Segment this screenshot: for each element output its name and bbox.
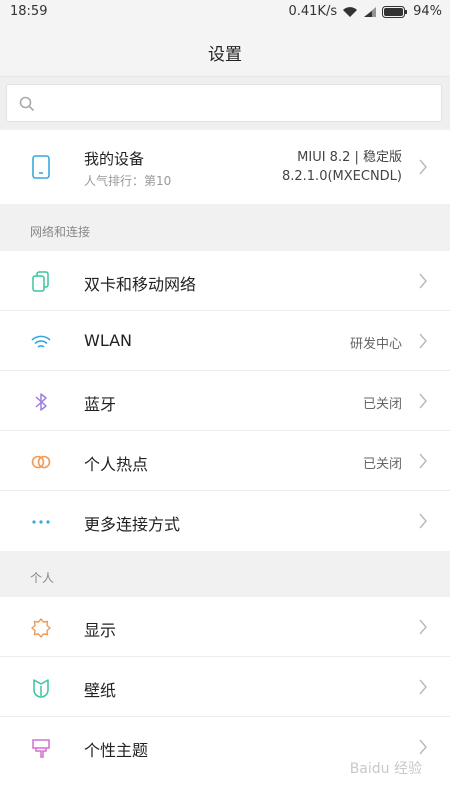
chevron-right-icon	[419, 739, 427, 755]
status-bar: 18:59 0.41K/s 94%	[0, 0, 450, 24]
chevron-right-icon	[419, 159, 427, 175]
sim-icon	[32, 271, 49, 292]
phone-icon	[32, 155, 50, 179]
chevron-right-icon	[419, 333, 427, 349]
item-value: 研发中心	[349, 337, 402, 352]
chevron-right-icon	[419, 513, 427, 529]
title-bar: 设置	[0, 24, 450, 76]
settings-item-hotspot[interactable]: 个人热点 已关闭	[0, 431, 450, 491]
wallpaper-icon	[33, 679, 49, 698]
item-label: 双卡和移动网络	[84, 275, 197, 294]
item-label: 更多连接方式	[84, 515, 181, 534]
device-rank: 人气排行：第10	[84, 174, 172, 188]
section-title: 个人	[30, 571, 55, 585]
network-speed: 0.41K/s	[288, 4, 338, 19]
settings-item-dual-sim[interactable]: 双卡和移动网络	[0, 251, 450, 311]
search-bar	[0, 76, 450, 128]
item-label: 显示	[84, 621, 117, 640]
chevron-right-icon	[419, 393, 427, 409]
item-value: 已关闭	[362, 457, 402, 472]
status-time: 18:59	[10, 4, 48, 19]
search-box[interactable]	[6, 84, 442, 122]
chevron-right-icon	[419, 453, 427, 469]
build-number: 8.2.1.0(MXECNDL)	[281, 169, 402, 184]
signal-icon	[363, 6, 377, 18]
chevron-right-icon	[419, 619, 427, 635]
section-network-header: 网络和连接	[0, 210, 450, 252]
section-personal-header: 个人	[0, 556, 450, 598]
settings-item-more-connections[interactable]: 更多连接方式	[0, 491, 450, 551]
item-value: 已关闭	[362, 397, 402, 412]
item-label: 蓝牙	[84, 395, 117, 414]
chevron-right-icon	[419, 679, 427, 695]
my-device-row[interactable]: 我的设备 人气排行：第10 MIUI 8.2 | 稳定版 8.2.1.0(MXE…	[0, 130, 450, 204]
section-title: 网络和连接	[30, 225, 91, 239]
item-label: 壁纸	[84, 681, 117, 700]
device-version: MIUI 8.2 | 稳定版 8.2.1.0(MXECNDL)	[282, 148, 402, 186]
more-dots-icon	[32, 520, 50, 524]
item-label: 个性主题	[84, 741, 149, 760]
item-label: WLAN	[84, 331, 133, 350]
status-indicators: 0.41K/s 94%	[288, 4, 442, 19]
search-icon	[19, 96, 35, 112]
display-icon	[31, 618, 51, 638]
bluetooth-icon	[35, 393, 47, 411]
item-label: 个人热点	[84, 455, 149, 474]
watermark: Baidu 经验	[349, 761, 422, 777]
settings-item-bluetooth[interactable]: 蓝牙 已关闭	[0, 371, 450, 431]
search-input[interactable]	[41, 91, 431, 115]
device-title: 我的设备	[84, 150, 145, 168]
wifi-status-icon	[342, 6, 358, 18]
battery-percent: 94%	[413, 4, 442, 19]
settings-item-wlan[interactable]: WLAN 研发中心	[0, 311, 450, 371]
settings-item-wallpaper[interactable]: 壁纸	[0, 657, 450, 717]
theme-icon	[32, 739, 50, 758]
hotspot-icon	[31, 455, 51, 469]
battery-icon	[382, 5, 408, 18]
settings-item-display[interactable]: 显示	[0, 597, 450, 657]
page-title: 设置	[208, 45, 242, 65]
wifi-icon	[31, 335, 51, 348]
network-list: 双卡和移动网络 WLAN 研发中心 蓝牙 已关闭 个人热点 已关闭 更多连接方式	[0, 251, 450, 551]
chevron-right-icon	[419, 273, 427, 289]
miui-version: MIUI 8.2 | 稳定版	[297, 150, 402, 165]
